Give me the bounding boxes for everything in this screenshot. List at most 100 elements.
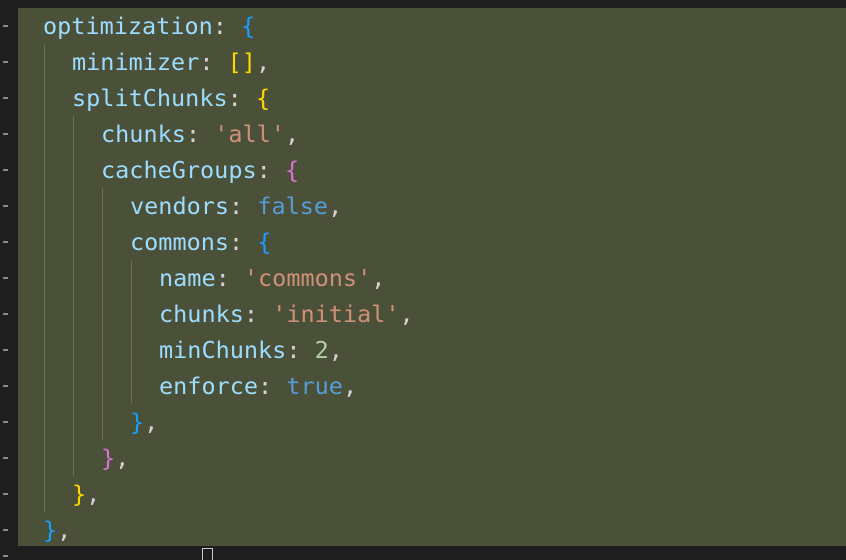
code-token: ,	[284, 120, 300, 148]
gutter-marker	[3, 555, 8, 557]
indent-guide	[44, 116, 45, 152]
editor-gutter	[0, 0, 18, 560]
gutter-marker	[3, 169, 8, 171]
code-token: ,	[328, 336, 343, 364]
code-token: :	[229, 228, 258, 256]
code-token: chunks	[101, 120, 186, 148]
code-token: ,	[115, 444, 130, 472]
indent-guide	[102, 188, 103, 224]
gutter-marker	[3, 133, 8, 135]
indent-guide	[102, 404, 103, 440]
indent-guide	[131, 368, 132, 404]
indent-guide	[73, 368, 74, 404]
code-token: ,	[328, 192, 343, 220]
gutter-marker	[3, 313, 8, 315]
gutter-marker	[3, 241, 8, 243]
code-token: 2	[314, 336, 329, 364]
gutter-marker	[3, 25, 8, 27]
bracket-match-box	[202, 548, 213, 560]
indent-guide	[73, 116, 74, 152]
indent-guide	[73, 152, 74, 188]
gutter-marker	[3, 349, 8, 351]
indent-guide	[131, 296, 132, 332]
code-token: ,	[57, 516, 72, 544]
code-token: ,	[342, 372, 358, 400]
code-token: :	[229, 192, 258, 220]
code-token: }	[43, 516, 58, 544]
code-token: {	[284, 156, 300, 184]
code-line[interactable]: minimizer: [],	[72, 44, 270, 80]
indent-guide	[73, 404, 74, 440]
code-token: false	[257, 192, 329, 220]
indent-guide	[102, 224, 103, 260]
code-token: minChunks	[159, 336, 287, 364]
indent-guide	[44, 188, 45, 224]
code-token: ,	[255, 48, 271, 76]
code-token: 'initial'	[272, 300, 400, 328]
code-token: }	[101, 444, 116, 472]
indent-guide	[44, 260, 45, 296]
code-token: :	[286, 336, 315, 364]
code-token: []	[227, 48, 256, 76]
indent-guide	[102, 332, 103, 368]
code-line[interactable]: },	[130, 404, 158, 440]
code-token: 'all'	[214, 120, 285, 148]
code-token: :	[212, 12, 242, 40]
code-token: }	[72, 480, 87, 508]
code-token: enforce	[159, 372, 259, 400]
indent-guide	[73, 188, 74, 224]
gutter-marker	[3, 493, 8, 495]
code-line[interactable]: splitChunks: {	[72, 80, 270, 116]
indent-guide	[44, 404, 45, 440]
gutter-marker	[3, 385, 8, 387]
code-token: optimization	[43, 12, 213, 40]
code-line[interactable]: vendors: false,	[130, 188, 342, 224]
indent-guide	[73, 296, 74, 332]
indent-guide	[131, 260, 132, 296]
code-token: ,	[399, 300, 414, 328]
code-line[interactable]: },	[72, 476, 100, 512]
code-line[interactable]: chunks: 'initial',	[159, 296, 414, 332]
indent-guide	[102, 296, 103, 332]
gutter-marker	[3, 457, 8, 459]
indent-guide	[73, 440, 74, 476]
code-token: vendors	[130, 192, 230, 220]
indent-guide	[44, 440, 45, 476]
code-editor[interactable]: optimization: {minimizer: [], splitChunks…	[0, 0, 846, 560]
code-line[interactable]: chunks: 'all',	[101, 116, 299, 152]
indent-guide	[44, 296, 45, 332]
code-token: cacheGroups	[101, 156, 257, 184]
indent-guide	[73, 260, 74, 296]
code-token: ,	[371, 264, 386, 292]
indent-guide	[44, 476, 45, 512]
indent-guide	[102, 260, 103, 296]
indent-guide	[44, 332, 45, 368]
code-line[interactable]: commons: {	[130, 224, 272, 260]
code-line[interactable]: cacheGroups: {	[101, 152, 299, 188]
code-line[interactable]: optimization: {	[43, 8, 255, 44]
gutter-marker	[3, 529, 8, 531]
code-token: {	[257, 228, 272, 256]
indent-guide	[44, 224, 45, 260]
gutter-marker	[3, 205, 8, 207]
code-line[interactable]: enforce: true,	[159, 368, 357, 404]
code-line[interactable]: },	[101, 440, 129, 476]
code-token: :	[185, 120, 215, 148]
code-token: }	[130, 408, 145, 436]
indent-guide	[44, 368, 45, 404]
code-token: true	[286, 372, 343, 400]
code-token: splitChunks	[72, 84, 228, 112]
code-line[interactable]: minChunks: 2,	[159, 332, 343, 368]
code-line[interactable]: name: 'commons',	[159, 260, 385, 296]
code-token: :	[199, 48, 228, 76]
code-token: {	[255, 84, 271, 112]
gutter-marker	[3, 61, 8, 63]
gutter-marker	[3, 97, 8, 99]
code-token: :	[215, 264, 244, 292]
code-token: {	[241, 12, 256, 40]
code-token: :	[243, 300, 273, 328]
indent-guide	[73, 224, 74, 260]
indent-guide	[44, 80, 45, 116]
code-line[interactable]: },	[43, 512, 71, 548]
code-token: 'commons'	[243, 264, 372, 292]
